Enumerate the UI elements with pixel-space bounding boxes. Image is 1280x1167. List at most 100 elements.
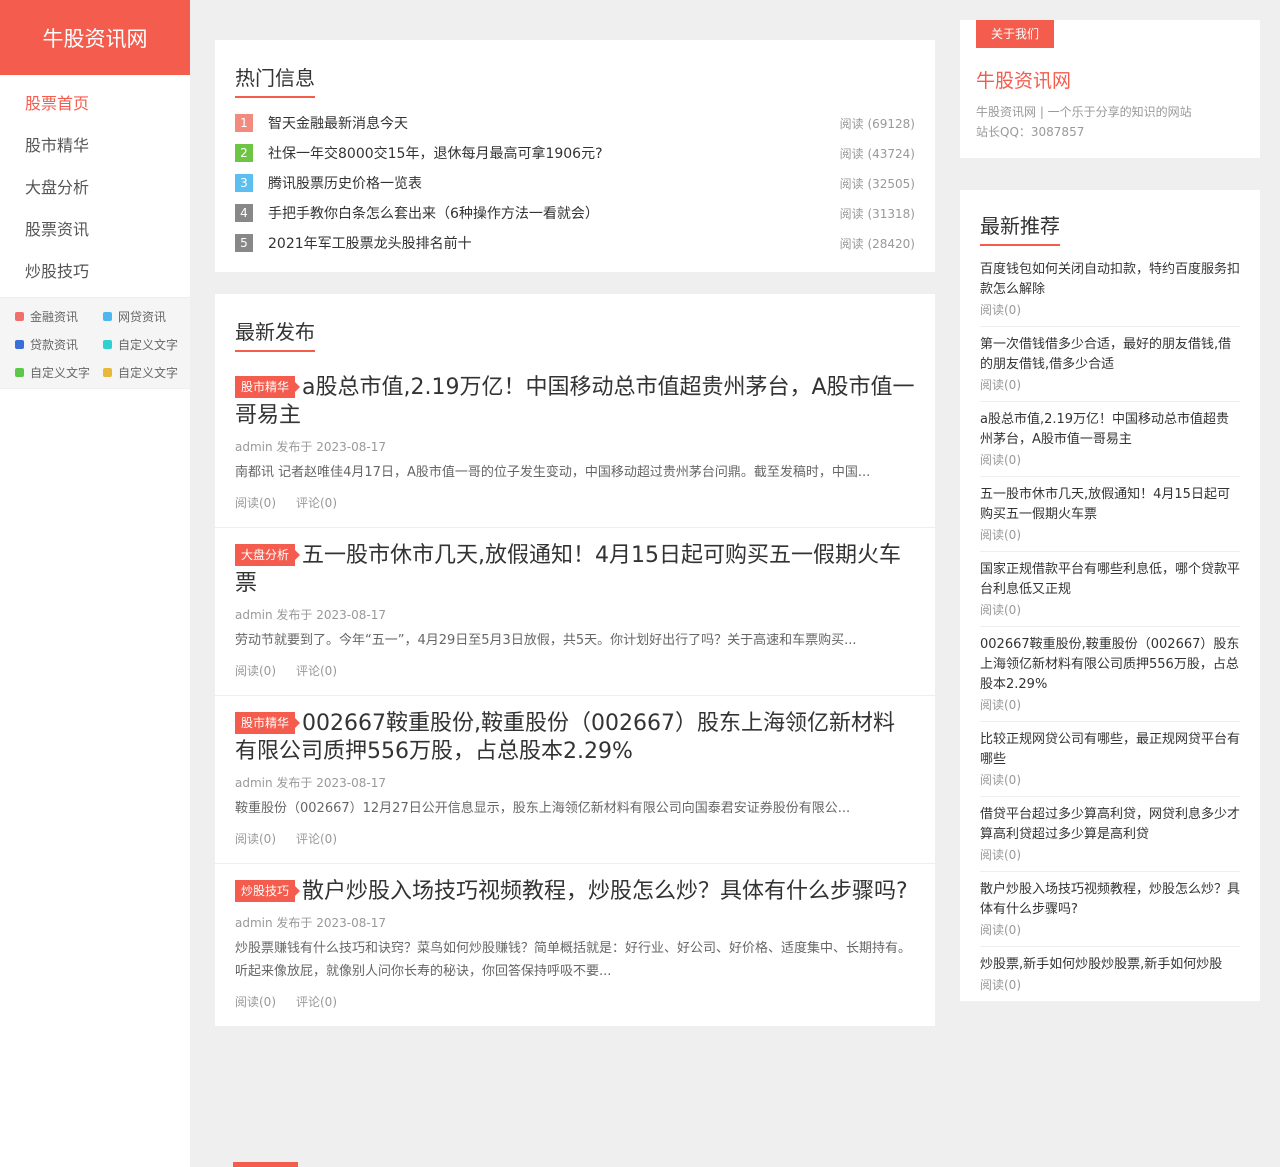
recommend-item-title[interactable]: 第一次借钱借多少合适，最好的朋友借钱,借的朋友借钱,借多少合适 <box>980 335 1240 375</box>
tag-label[interactable]: 金融资讯 <box>30 308 78 325</box>
hot-item-title[interactable]: 社保一年交8000交15年，退休每月最高可拿1906元? <box>268 143 840 163</box>
tag-item[interactable]: 自定义文字 <box>103 334 191 354</box>
recommend-item-title[interactable]: 借贷平台超过多少算高利贷，网贷利息多少才算高利贷超过多少算是高利贷 <box>980 805 1240 845</box>
recommend-item-title[interactable]: a股总市值,2.19万亿！中国移动总市值超贵州茅台，A股市值一哥易主 <box>980 410 1240 450</box>
read-count: 阅读 (43724) <box>839 146 915 161</box>
hot-list: 1 智天金融最新消息今天 阅读 (69128) 2 社保一年交8000交15年，… <box>235 108 915 258</box>
post-title[interactable]: 大盘分析 五一股市休市几天,放假通知！4月15日起可购买五一假期火车票 <box>235 542 915 598</box>
tag-dot-icon <box>15 311 24 321</box>
tag-label[interactable]: 网贷资讯 <box>118 308 166 325</box>
post-item: 炒股技巧 散户炒股入场技巧视频教程，炒股怎么炒？具体有什么步骤吗? admin 发… <box>215 864 935 1027</box>
recommend-item[interactable]: 002667鞍重股份,鞍重股份（002667）股东上海领亿新材料有限公司质押55… <box>980 627 1240 722</box>
recommend-item-title[interactable]: 比较正规网贷公司有哪些，最正规网贷平台有哪些 <box>980 730 1240 770</box>
recommend-item[interactable]: a股总市值,2.19万亿！中国移动总市值超贵州茅台，A股市值一哥易主阅读(0) <box>980 402 1240 477</box>
recommend-item[interactable]: 借贷平台超过多少算高利贷，网贷利息多少才算高利贷超过多少算是高利贷 阅读(0) <box>980 797 1240 872</box>
post-title[interactable]: 炒股技巧 散户炒股入场技巧视频教程，炒股怎么炒？具体有什么步骤吗? <box>235 878 915 906</box>
recommend-item-title[interactable]: 002667鞍重股份,鞍重股份（002667）股东上海领亿新材料有限公司质押55… <box>980 635 1240 695</box>
tag-dot-icon <box>15 339 24 349</box>
post-title[interactable]: 股市精华 002667鞍重股份,鞍重股份（002667）股东上海领亿新材料有限公司… <box>235 710 915 766</box>
recommend-read-count: 阅读(0) <box>980 378 1021 392</box>
post-stats: 阅读(0) 评论(0) <box>235 494 915 511</box>
site-logo[interactable]: 牛股资讯网 <box>0 0 190 75</box>
hot-list-item[interactable]: 3 腾讯股票历史价格一览表 阅读 (32505) <box>235 168 915 198</box>
recommend-item[interactable]: 散户炒股入场技巧视频教程，炒股怎么炒？具体有什么步骤吗? 阅读(0) <box>980 872 1240 947</box>
tag-label[interactable]: 自定义文字 <box>118 364 178 381</box>
about-site-name: 牛股资讯网 <box>976 70 1072 92</box>
tag-label[interactable]: 自定义文字 <box>118 336 178 353</box>
post-meta: admin 发布于 2023-08-17 <box>235 608 386 622</box>
post-comment-count: 评论(0) <box>296 664 337 678</box>
recommend-item-title[interactable]: 散户炒股入场技巧视频教程，炒股怎么炒？具体有什么步骤吗? <box>980 880 1240 920</box>
post-meta: admin 发布于 2023-08-17 <box>235 916 386 930</box>
recommend-read-count: 阅读(0) <box>980 453 1021 467</box>
hot-item-title[interactable]: 腾讯股票历史价格一览表 <box>268 173 840 193</box>
rank-badge: 4 <box>235 204 253 222</box>
recommend-read-count: 阅读(0) <box>980 923 1021 937</box>
post-stats: 阅读(0) 评论(0) <box>235 993 915 1010</box>
tag-label[interactable]: 贷款资讯 <box>30 336 78 353</box>
recommend-item[interactable]: 第一次借钱借多少合适，最好的朋友借钱,借的朋友借钱,借多少合适阅读(0) <box>980 327 1240 402</box>
recommend-read-count: 阅读(0) <box>980 773 1021 787</box>
recommend-item[interactable]: 炒股票,新手如何炒股炒股票,新手如何炒股 阅读(0) <box>980 947 1240 1001</box>
recommend-item[interactable]: 百度钱包如何关闭自动扣款，特约百度服务扣款怎么解除阅读(0) <box>980 252 1240 327</box>
hot-list-item[interactable]: 2 社保一年交8000交15年，退休每月最高可拿1906元? 阅读 (43724… <box>235 138 915 168</box>
tag-label[interactable]: 自定义文字 <box>30 364 90 381</box>
recommend-read-count: 阅读(0) <box>980 303 1021 317</box>
post-read-count: 阅读(0) <box>235 832 276 846</box>
latest-section: 最新发布 股市精华 a股总市值,2.19万亿！中国移动总市值超贵州茅台，A股市值一… <box>215 294 935 1027</box>
nav-item-home[interactable]: 股票首页 <box>0 94 89 113</box>
nav-item-highlights[interactable]: 股市精华 <box>0 125 190 167</box>
post-category-badge[interactable]: 大盘分析 <box>235 544 301 566</box>
recommend-item-title[interactable]: 五一股市休市几天,放假通知！4月15日起可购买五一假期火车票 <box>980 485 1240 525</box>
rank-badge: 5 <box>235 234 253 252</box>
recommend-item[interactable]: 国家正规借款平台有哪些利息低，哪个贷款平台利息低又正规阅读(0) <box>980 552 1240 627</box>
about-card: 关于我们 牛股资讯网 牛股资讯网 | 一个乐于分享的知识的网站 站长QQ：308… <box>960 20 1260 158</box>
main-column: 热门信息 1 智天金融最新消息今天 阅读 (69128) 2 社保一年交8000… <box>215 40 935 1027</box>
recommend-item-title[interactable]: 百度钱包如何关闭自动扣款，特约百度服务扣款怎么解除 <box>980 260 1240 300</box>
tag-item[interactable]: 自定义文字 <box>15 362 103 382</box>
nav-item-stock-news[interactable]: 股票资讯 <box>0 209 190 251</box>
recommend-item[interactable]: 比较正规网贷公司有哪些，最正规网贷平台有哪些阅读(0) <box>980 722 1240 797</box>
recommend-read-count: 阅读(0) <box>980 603 1021 617</box>
main-nav: 股票首页 股市精华 大盘分析 股票资讯 炒股技巧 <box>0 75 190 297</box>
latest-section-title: 最新发布 <box>235 316 315 352</box>
post-category-badge[interactable]: 股市精华 <box>235 712 301 734</box>
hot-list-item[interactable]: 4 手把手教你白条怎么套出来（6种操作方法一看就会） 阅读 (31318) <box>235 198 915 228</box>
hot-list-item[interactable]: 5 2021年军工股票龙头股排名前十 阅读 (28420) <box>235 228 915 258</box>
post-title-text[interactable]: 散户炒股入场技巧视频教程，炒股怎么炒？具体有什么步骤吗? <box>302 879 908 904</box>
site-logo-text[interactable]: 牛股资讯网 <box>43 23 148 53</box>
post-category-badge[interactable]: 炒股技巧 <box>235 880 301 902</box>
tag-dot-icon <box>103 367 112 377</box>
recommend-item-title[interactable]: 炒股票,新手如何炒股炒股票,新手如何炒股 <box>980 955 1240 975</box>
hot-item-title[interactable]: 手把手教你白条怎么套出来（6种操作方法一看就会） <box>268 203 840 223</box>
tag-dot-icon <box>15 367 24 377</box>
recommend-item-title[interactable]: 国家正规借款平台有哪些利息低，哪个贷款平台利息低又正规 <box>980 560 1240 600</box>
tag-dot-icon <box>103 311 112 321</box>
about-qq: 站长QQ：3087857 <box>976 125 1085 139</box>
hot-list-item[interactable]: 1 智天金融最新消息今天 阅读 (69128) <box>235 108 915 138</box>
about-desc-line: 牛股资讯网 | 一个乐于分享的知识的网站 <box>976 105 1192 119</box>
tag-item[interactable]: 贷款资讯 <box>15 334 103 354</box>
nav-item-trading-tips[interactable]: 炒股技巧 <box>0 251 190 293</box>
recommend-read-count: 阅读(0) <box>980 528 1021 542</box>
post-title[interactable]: 股市精华 a股总市值,2.19万亿！中国移动总市值超贵州茅台，A股市值一哥易主 <box>235 374 915 430</box>
hot-item-title[interactable]: 智天金融最新消息今天 <box>268 113 840 133</box>
tag-item[interactable]: 网贷资讯 <box>103 306 191 326</box>
post-title-text[interactable]: 五一股市休市几天,放假通知！4月15日起可购买五一假期火车票 <box>235 543 901 596</box>
post-category-badge[interactable]: 股市精华 <box>235 376 301 398</box>
nav-item-market-analysis[interactable]: 大盘分析 <box>0 167 190 209</box>
hot-section: 热门信息 1 智天金融最新消息今天 阅读 (69128) 2 社保一年交8000… <box>215 40 935 272</box>
read-count: 阅读 (32505) <box>839 176 915 191</box>
tag-item[interactable]: 金融资讯 <box>15 306 103 326</box>
rank-badge: 3 <box>235 174 253 192</box>
post-excerpt: 南都讯 记者赵唯佳4月17日，A股市值一哥的位子发生变动，中国移动超过贵州茅台问… <box>235 465 871 480</box>
about-tab[interactable]: 关于我们 <box>976 20 1055 48</box>
read-count: 阅读 (69128) <box>839 116 915 131</box>
post-title-text[interactable]: a股总市值,2.19万亿！中国移动总市值超贵州茅台，A股市值一哥易主 <box>235 375 915 428</box>
post-item: 大盘分析 五一股市休市几天,放假通知！4月15日起可购买五一假期火车票 admin… <box>215 528 935 696</box>
post-item: 股市精华 002667鞍重股份,鞍重股份（002667）股东上海领亿新材料有限公司… <box>215 696 935 864</box>
post-title-text[interactable]: 002667鞍重股份,鞍重股份（002667）股东上海领亿新材料有限公司质押55… <box>235 711 895 764</box>
hot-item-title[interactable]: 2021年军工股票龙头股排名前十 <box>268 233 840 253</box>
tag-item[interactable]: 自定义文字 <box>103 362 191 382</box>
recommend-item[interactable]: 五一股市休市几天,放假通知！4月15日起可购买五一假期火车票阅读(0) <box>980 477 1240 552</box>
